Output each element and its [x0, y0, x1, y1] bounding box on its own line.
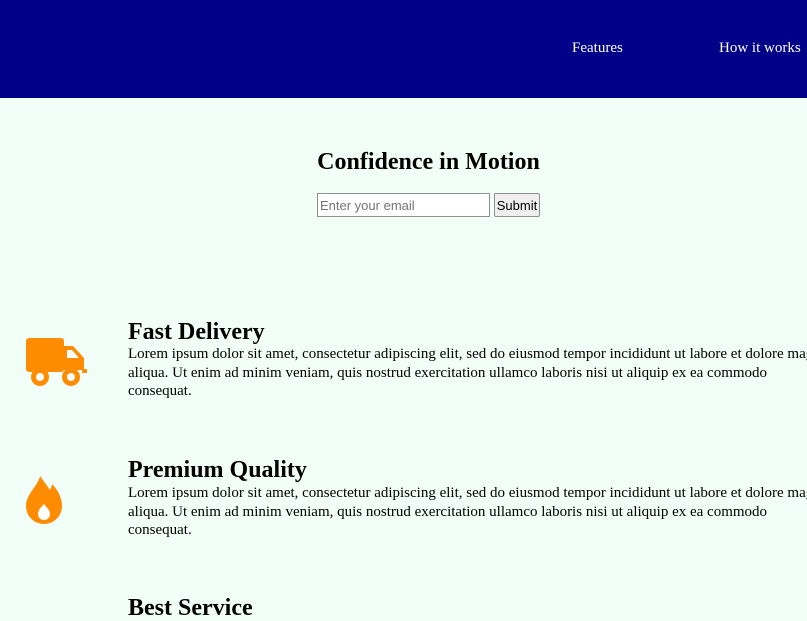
nav-link-features[interactable]: Features [572, 39, 623, 57]
feature-text-fast-delivery: Lorem ipsum dolor sit amet, consectetur … [128, 346, 807, 399]
email-input[interactable] [317, 193, 490, 217]
site-header: Features How it works [0, 0, 807, 98]
feature-title-fast-delivery: Fast Delivery [128, 319, 265, 345]
hero-title: Confidence in Motion [317, 149, 540, 175]
nav-link-how-it-works[interactable]: How it works [719, 39, 801, 57]
feature-title-premium-quality: Premium Quality [128, 457, 307, 483]
feature-title-best-service: Best Service [128, 595, 253, 621]
feature-text-premium-quality: Lorem ipsum dolor sit amet, consectetur … [128, 485, 807, 538]
fire-icon [26, 474, 88, 526]
submit-button[interactable]: Submit [494, 193, 540, 217]
truck-icon [26, 336, 88, 388]
